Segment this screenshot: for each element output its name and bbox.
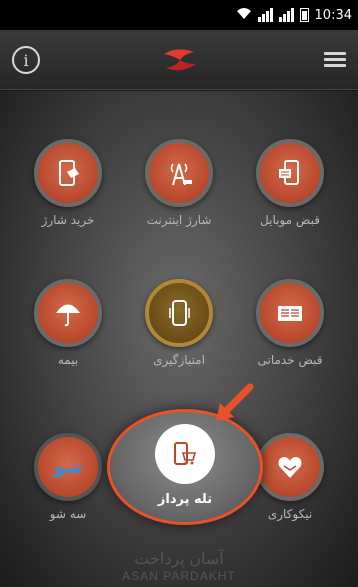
brand-fa: آسان پرداخت (134, 551, 224, 568)
signal-icon-2 (278, 8, 294, 22)
menu-button[interactable] (324, 52, 346, 68)
tile-label: قبض موبایل (260, 213, 320, 227)
tile-label: بیمه (57, 353, 79, 367)
tile-points[interactable]: امتیازگیری (129, 279, 229, 367)
info-icon: i (23, 50, 29, 70)
tile-label: قبض خدماتی (257, 353, 323, 367)
menu-icon (324, 52, 346, 55)
signal-icon (257, 8, 273, 22)
tile-label: امتیازگیری (153, 353, 205, 367)
umbrella-icon (34, 279, 102, 347)
se-show-icon: شو (34, 433, 102, 501)
newspaper-icon (256, 279, 324, 347)
tile-internet-charge[interactable]: شارژ اینترنت (129, 139, 229, 227)
tile-insurance[interactable]: بیمه (18, 279, 118, 367)
brand-en: ASAN PARDAKHT (122, 569, 236, 583)
wifi-icon (236, 6, 252, 24)
tile-se-show[interactable]: شو سه شو (18, 433, 118, 521)
tile-service-bill[interactable]: قبض خدماتی (240, 279, 340, 367)
battery-icon (299, 8, 309, 22)
tile-buy-charge[interactable]: خرید شارژ (18, 139, 118, 227)
heart-hands-icon (256, 433, 324, 501)
tile-label: شارژ اینترنت (146, 213, 212, 227)
buy-charge-icon (34, 139, 102, 207)
tile-label: تله پرداز (157, 492, 213, 507)
tile-label: خرید شارژ (41, 213, 95, 227)
services-grid: خرید شارژ شارژ اینترنت قبض موبایل بیمه ا… (0, 91, 358, 587)
phone-cart-icon (155, 424, 215, 484)
tile-label: نیکوکاری (267, 507, 313, 521)
info-button[interactable]: i (12, 46, 40, 74)
status-bar: 10:34 (0, 0, 358, 30)
status-time: 10:34 (314, 7, 352, 23)
tile-label: سه شو (49, 507, 87, 521)
mobile-bill-icon (256, 139, 324, 207)
antenna-icon (145, 139, 213, 207)
app-logo (164, 49, 196, 71)
arrow-down-left-icon (216, 383, 254, 421)
app-header: i (0, 30, 358, 90)
brand-footer: آسان پرداخت ASAN PARDAKHT (0, 549, 358, 583)
phone-icon (145, 279, 213, 347)
tile-mobile-bill[interactable]: قبض موبایل (240, 139, 340, 227)
